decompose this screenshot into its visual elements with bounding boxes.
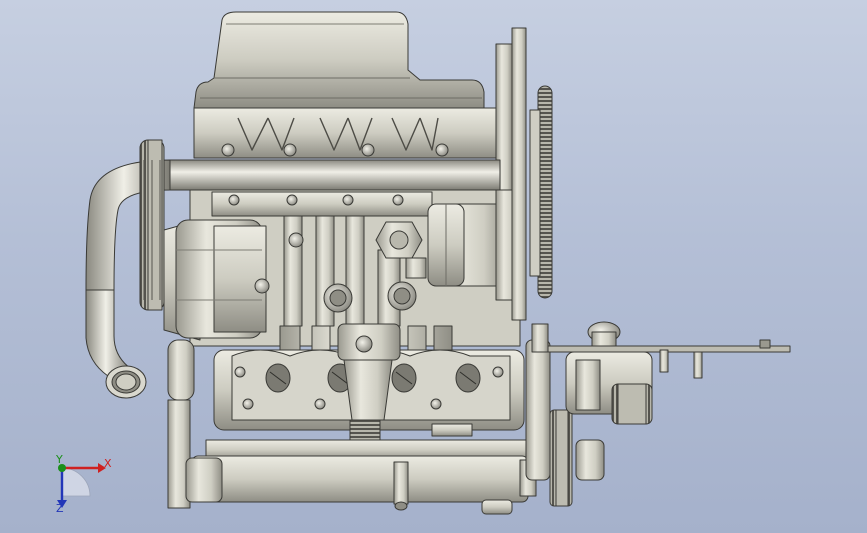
x-axis-label: X [104,457,112,470]
cad-viewport[interactable]: X Y Z [0,0,867,533]
y-axis-label: Y [56,453,63,466]
oil-pan [185,439,537,515]
throttle-body [427,189,519,301]
valve-cover [193,11,485,109]
z-axis-label: Z [56,502,64,515]
cylinder-head [193,107,511,159]
engine-model[interactable] [0,0,867,533]
